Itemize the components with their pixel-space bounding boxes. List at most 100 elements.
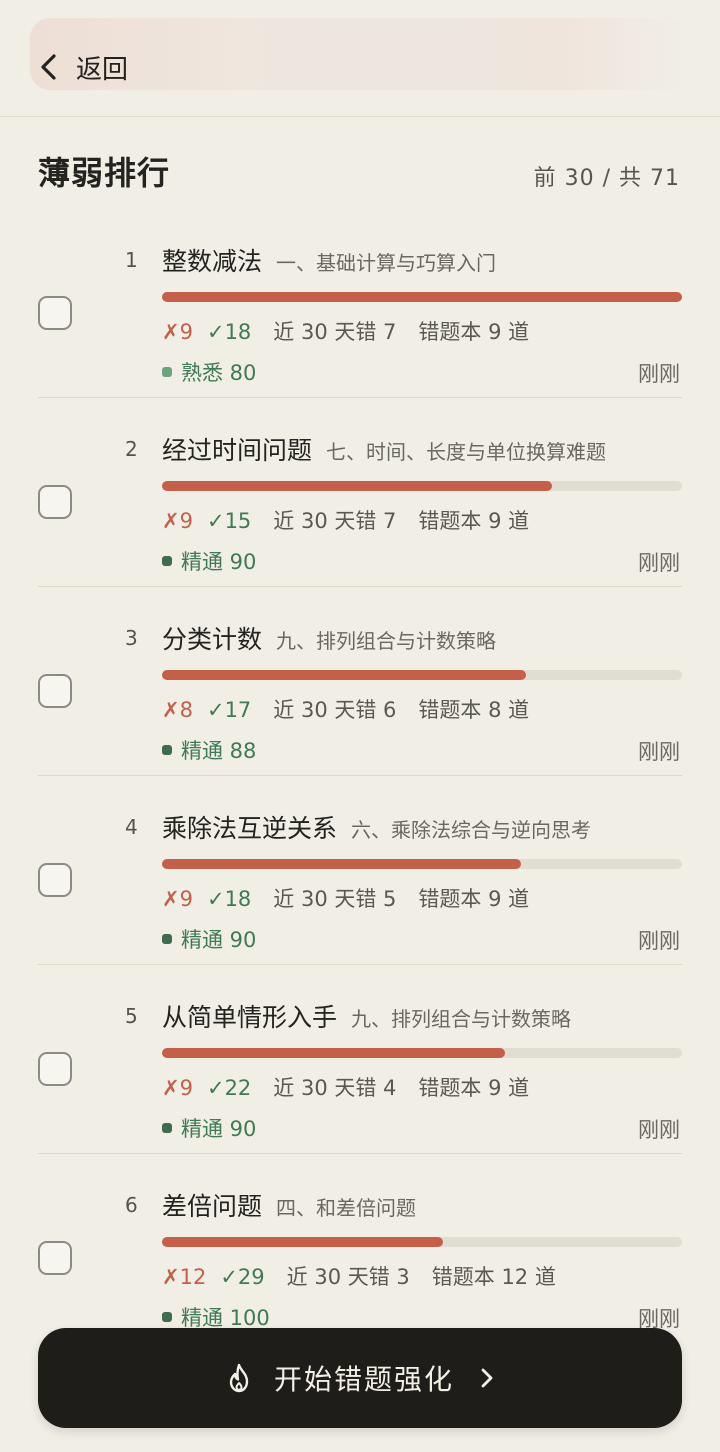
item-stats: ✗9 ✓18 近 30 天错 7 错题本 9 道 <box>162 316 529 346</box>
weakness-progress-bar <box>162 1048 682 1058</box>
back-button[interactable]: 返回 <box>38 44 128 90</box>
mastery-status: 精通 88 <box>162 735 256 765</box>
list-item[interactable]: 3 分类计数 九、排列组合与计数策略 ✗8 ✓17 近 30 天错 6 错题本 8 道精通 … <box>0 586 720 786</box>
item-timestamp: 刚刚 <box>638 740 680 764</box>
right-count: ✓18 <box>206 887 252 911</box>
item-title: 差倍问题 四、和差倍问题 <box>162 1187 416 1223</box>
item-stats: ✗9 ✓15 近 30 天错 7 错题本 9 道 <box>162 505 529 535</box>
blurred-header-content <box>30 18 690 90</box>
item-checkbox[interactable] <box>38 296 72 330</box>
item-stats: ✗9 ✓18 近 30 天错 5 错题本 9 道 <box>162 883 529 913</box>
item-category: 一、基础计算与巧算入门 <box>276 251 497 275</box>
mastery-dot <box>162 1123 172 1133</box>
mastery-label: 精通 88 <box>181 739 257 763</box>
weakness-progress-bar <box>162 481 682 491</box>
chevron-left-icon <box>41 54 56 80</box>
item-stats: ✗9 ✓22 近 30 天错 4 错题本 9 道 <box>162 1072 529 1102</box>
wrong-count: ✗8 <box>162 698 193 722</box>
weakness-progress-fill <box>162 292 682 302</box>
recent-errors: 近 30 天错 4 <box>273 1076 397 1100</box>
item-divider <box>38 586 682 587</box>
item-divider <box>38 775 682 776</box>
item-checkbox[interactable] <box>38 863 72 897</box>
right-count: ✓15 <box>206 509 252 533</box>
item-checkbox[interactable] <box>38 1241 72 1275</box>
error-book-count: 错题本 9 道 <box>418 887 530 911</box>
start-practice-label: 开始错题强化 <box>273 1363 454 1396</box>
error-book-count: 错题本 8 道 <box>418 698 530 722</box>
top-bar: 返回 <box>0 0 720 117</box>
wrong-count: ✗12 <box>162 1265 207 1289</box>
mastery-dot <box>162 556 172 566</box>
weakness-progress-fill <box>162 1048 506 1058</box>
right-count: ✓29 <box>220 1265 265 1289</box>
right-count: ✓17 <box>206 698 252 722</box>
mastery-label: 精通 90 <box>181 928 257 952</box>
item-stats: ✗8 ✓17 近 30 天错 6 错题本 8 道 <box>162 694 529 724</box>
item-timestamp: 刚刚 <box>638 1118 680 1142</box>
list-item[interactable]: 1 整数减法 一、基础计算与巧算入门 ✗9 ✓18 近 30 天错 7 错题本 9 道熟悉 … <box>0 220 720 408</box>
mastery-status: 精通 90 <box>162 924 256 954</box>
error-book-count: 错题本 9 道 <box>418 509 530 533</box>
mastery-status: 精通 90 <box>162 546 256 576</box>
item-timestamp: 刚刚 <box>638 362 680 386</box>
right-count: ✓22 <box>206 1076 252 1100</box>
mastery-dot <box>162 1312 172 1322</box>
weakness-progress-bar <box>162 1237 682 1247</box>
item-title: 经过时间问题 七、时间、长度与单位换算难题 <box>162 431 606 467</box>
wrong-count: ✗9 <box>162 320 193 344</box>
item-checkbox[interactable] <box>38 1052 72 1086</box>
item-checkbox[interactable] <box>38 674 72 708</box>
item-timestamp: 刚刚 <box>638 929 680 953</box>
item-category: 六、乘除法综合与逆向思考 <box>351 818 592 842</box>
weakness-progress-bar <box>162 859 682 869</box>
item-checkbox[interactable] <box>38 485 72 519</box>
start-practice-button[interactable]: 开始错题强化 <box>38 1328 682 1428</box>
mastery-label: 精通 90 <box>181 1117 257 1141</box>
item-timestamp: 刚刚 <box>638 551 680 575</box>
item-name: 经过时间问题 <box>162 436 313 465</box>
weakness-progress-fill <box>162 670 526 680</box>
item-rank: 2 <box>125 437 138 461</box>
item-category: 九、排列组合与计数策略 <box>276 629 497 653</box>
item-divider <box>38 397 682 398</box>
item-name: 分类计数 <box>162 625 263 654</box>
list-item[interactable]: 5 从简单情形入手 九、排列组合与计数策略 ✗9 ✓22 近 30 天错 4 错题本 9 道… <box>0 964 720 1164</box>
count-label: 前 30 / 共 71 <box>533 166 680 191</box>
mastery-dot <box>162 745 172 755</box>
item-rank: 3 <box>125 626 138 650</box>
item-name: 整数减法 <box>162 247 263 276</box>
recent-errors: 近 30 天错 6 <box>273 698 397 722</box>
item-category: 四、和差倍问题 <box>276 1196 417 1220</box>
item-name: 差倍问题 <box>162 1192 263 1221</box>
wrong-count: ✗9 <box>162 509 193 533</box>
item-category: 七、时间、长度与单位换算难题 <box>326 440 607 464</box>
item-rank: 5 <box>125 1004 138 1028</box>
item-divider <box>38 1153 682 1154</box>
item-stats: ✗12 ✓29 近 30 天错 3 错题本 12 道 <box>162 1261 556 1291</box>
page-title: 薄弱排行 <box>38 154 171 192</box>
mastery-dot <box>162 367 172 377</box>
wrong-count: ✗9 <box>162 1076 193 1100</box>
list-item[interactable]: 6 差倍问题 四、和差倍问题 ✗12 ✓29 近 30 天错 3 错题本 12 道精通 10… <box>0 1153 720 1353</box>
recent-errors: 近 30 天错 7 <box>273 509 397 533</box>
item-title: 从简单情形入手 九、排列组合与计数策略 <box>162 998 571 1034</box>
weakness-progress-bar <box>162 670 682 680</box>
recent-errors: 近 30 天错 5 <box>273 887 397 911</box>
mastery-label: 熟悉 80 <box>181 361 257 385</box>
item-rank: 6 <box>125 1193 138 1217</box>
list-item[interactable]: 2 经过时间问题 七、时间、长度与单位换算难题 ✗9 ✓15 近 30 天错 7 错题本 9… <box>0 397 720 597</box>
item-title: 乘除法互逆关系 六、乘除法综合与逆向思考 <box>162 809 591 845</box>
error-book-count: 错题本 12 道 <box>431 1265 556 1289</box>
item-category: 九、排列组合与计数策略 <box>351 1007 572 1031</box>
item-divider <box>38 964 682 965</box>
chevron-right-icon <box>481 1368 493 1388</box>
item-title: 分类计数 九、排列组合与计数策略 <box>162 620 496 656</box>
wrong-count: ✗9 <box>162 887 193 911</box>
back-label: 返回 <box>76 54 129 85</box>
item-name: 乘除法互逆关系 <box>162 814 338 843</box>
recent-errors: 近 30 天错 3 <box>286 1265 410 1289</box>
flame-icon <box>229 1363 249 1393</box>
weakness-progress-bar <box>162 292 682 302</box>
list-item[interactable]: 4 乘除法互逆关系 六、乘除法综合与逆向思考 ✗9 ✓18 近 30 天错 5 错题本 9 … <box>0 775 720 975</box>
